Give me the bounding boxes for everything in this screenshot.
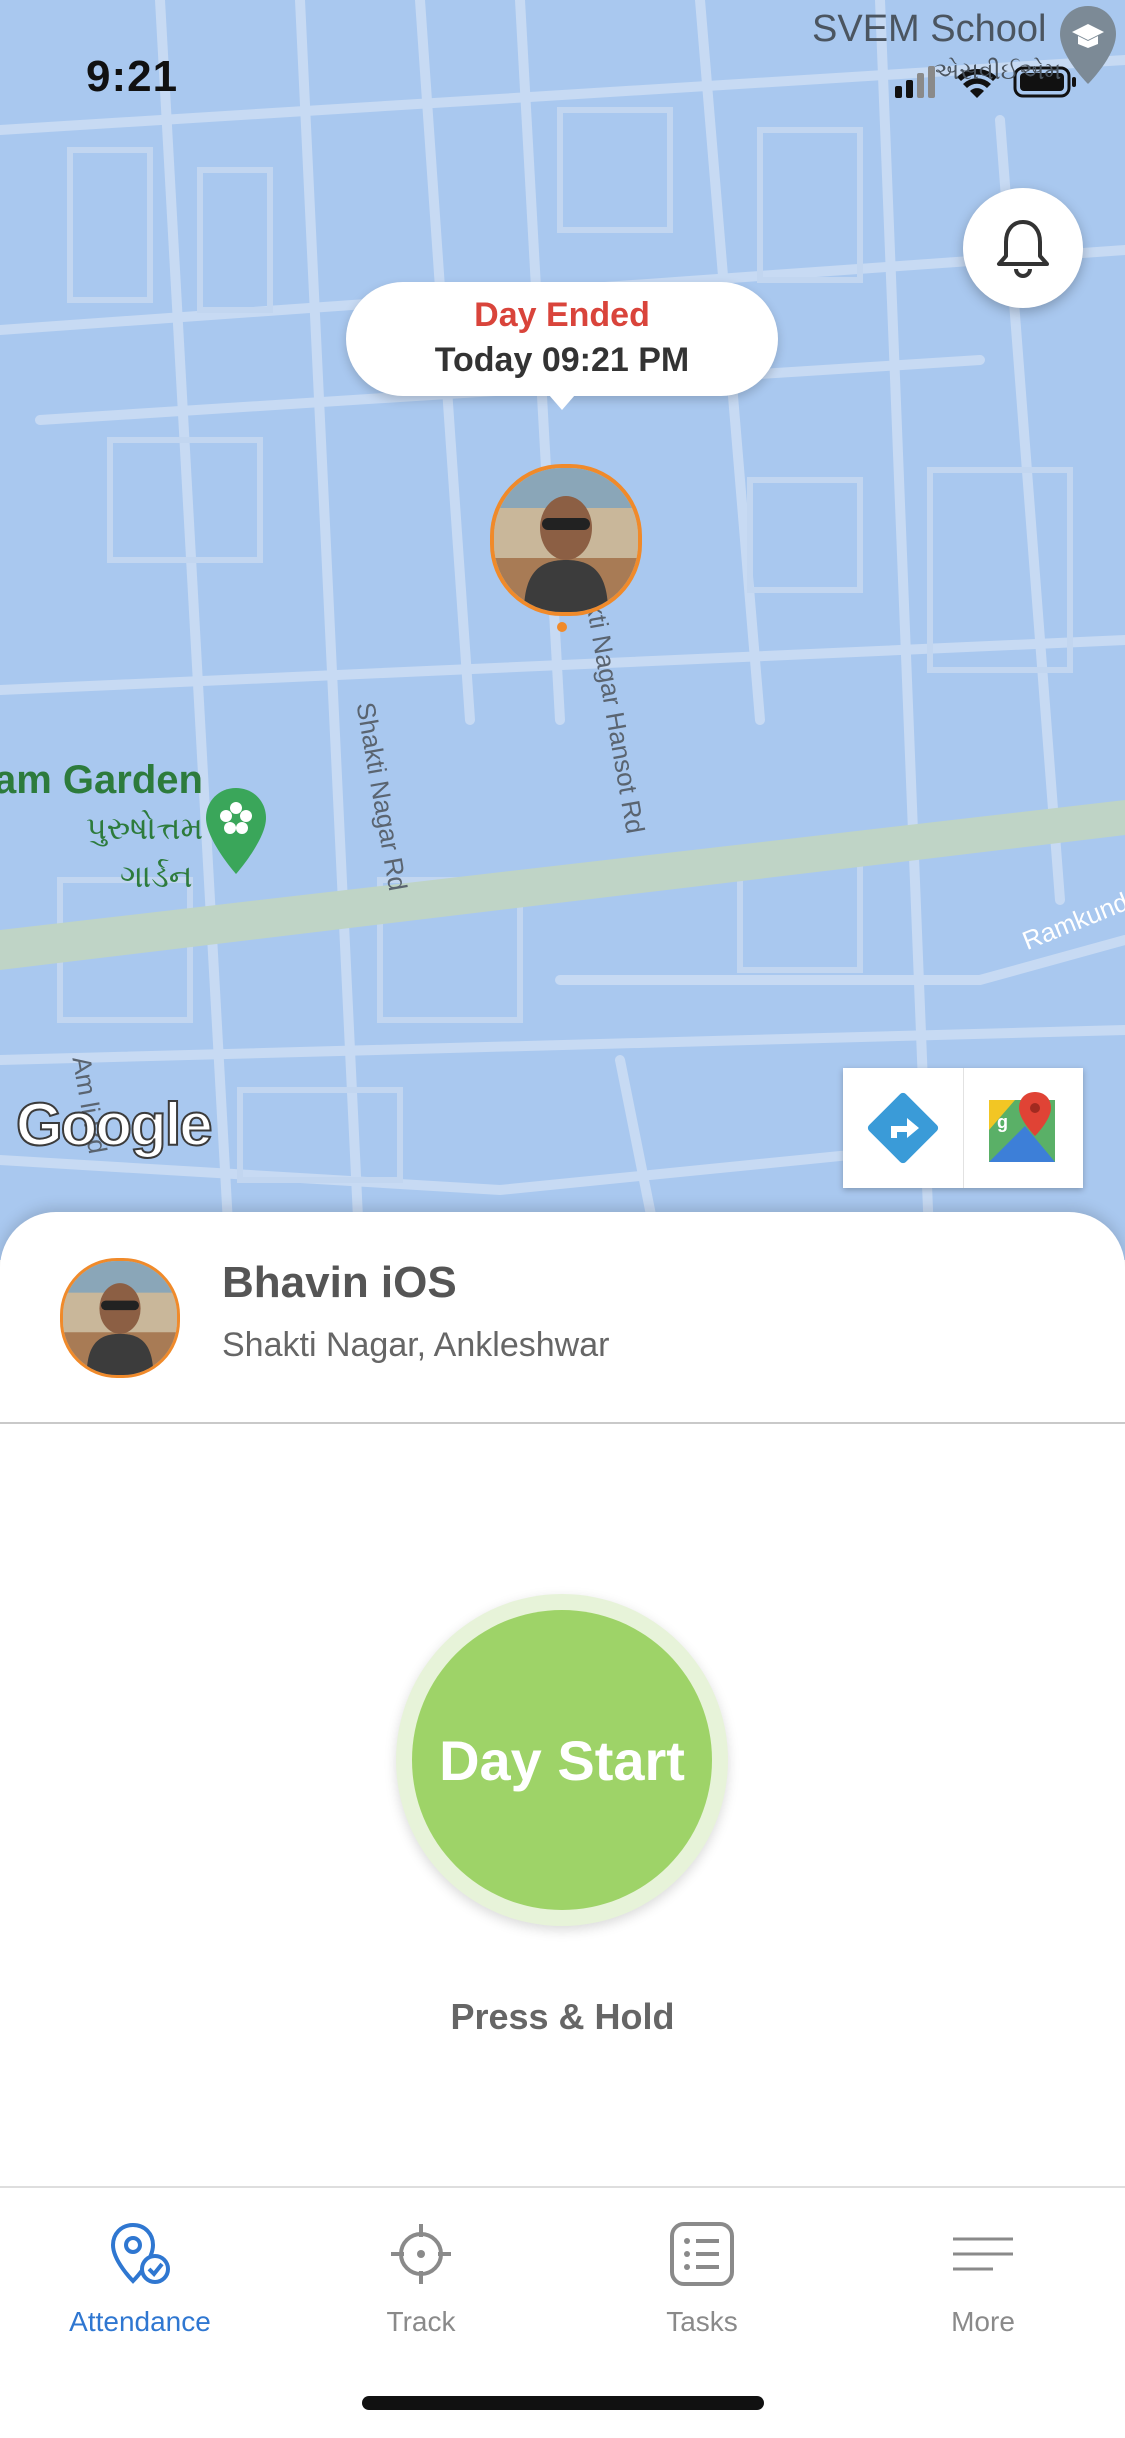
- garden-pin-icon[interactable]: [204, 786, 268, 876]
- attendance-pin-icon: [110, 2222, 170, 2284]
- map-user-avatar[interactable]: [490, 464, 642, 616]
- tab-track-label: Track: [386, 2306, 456, 2337]
- tab-more[interactable]: More: [843, 2216, 1123, 2338]
- map-label-school-gujarati: એસવીઈએમ: [934, 58, 1062, 85]
- avatar-photo: [63, 1261, 177, 1375]
- directions-button[interactable]: [843, 1068, 963, 1188]
- tab-track[interactable]: Track: [281, 2216, 561, 2338]
- home-indicator: [362, 2396, 764, 2410]
- day-status-bubble: Day Ended Today 09:21 PM: [346, 282, 778, 410]
- crosshair-icon: [391, 2224, 451, 2284]
- tab-more-label: More: [951, 2306, 1015, 2337]
- map-label-school: SVEM School: [812, 8, 1047, 50]
- directions-icon: [867, 1092, 938, 1164]
- location-dot: [557, 622, 567, 632]
- open-google-maps-button[interactable]: g: [962, 1068, 1084, 1188]
- tab-attendance[interactable]: Attendance: [0, 2216, 280, 2338]
- google-maps-icon: g: [989, 1092, 1056, 1162]
- tasks-list-icon: [670, 2222, 734, 2286]
- day-status-title: Day Ended: [474, 296, 650, 334]
- profile-location: Shakti Nagar, Ankleshwar: [222, 1326, 610, 1364]
- map-actions: g: [843, 1068, 1083, 1188]
- day-start-ring: Day Start: [396, 1594, 728, 1926]
- tab-attendance-label: Attendance: [69, 2306, 211, 2337]
- profile-row[interactable]: Bhavin iOS Shakti Nagar, Ankleshwar: [0, 1212, 1125, 1424]
- press-hold-hint: Press & Hold: [450, 1996, 675, 2037]
- tab-tasks[interactable]: Tasks: [562, 2216, 842, 2338]
- map-label-garden: am Garden: [0, 758, 203, 802]
- svg-text:g: g: [997, 1112, 1008, 1132]
- google-logo: Google: [15, 1090, 214, 1159]
- status-time: 9:21: [86, 52, 179, 101]
- map-view[interactable]: 9:21 SVEM School એસવીઈએમ am Garden પુરુષ…: [0, 0, 1125, 1260]
- avatar-photo: [494, 468, 638, 612]
- notifications-button[interactable]: [963, 188, 1083, 308]
- attendance-sheet: Bhavin iOS Shakti Nagar, Ankleshwar Day …: [0, 1212, 1125, 2186]
- day-status-time: Today 09:21 PM: [434, 341, 690, 379]
- day-start-button[interactable]: Day Start: [412, 1610, 712, 1910]
- profile-name: Bhavin iOS: [222, 1258, 457, 1307]
- school-pin-icon[interactable]: [1056, 4, 1120, 88]
- map-label-garden-gujarati-2: ગાર્ડન: [120, 858, 193, 894]
- tab-tasks-label: Tasks: [666, 2306, 738, 2337]
- profile-avatar: [60, 1258, 180, 1378]
- menu-lines-icon: [953, 2237, 1013, 2271]
- signal-icon: [895, 66, 935, 98]
- bell-icon: [997, 220, 1049, 278]
- map-label-garden-gujarati-1: પુરુષોત્તમ: [86, 810, 204, 846]
